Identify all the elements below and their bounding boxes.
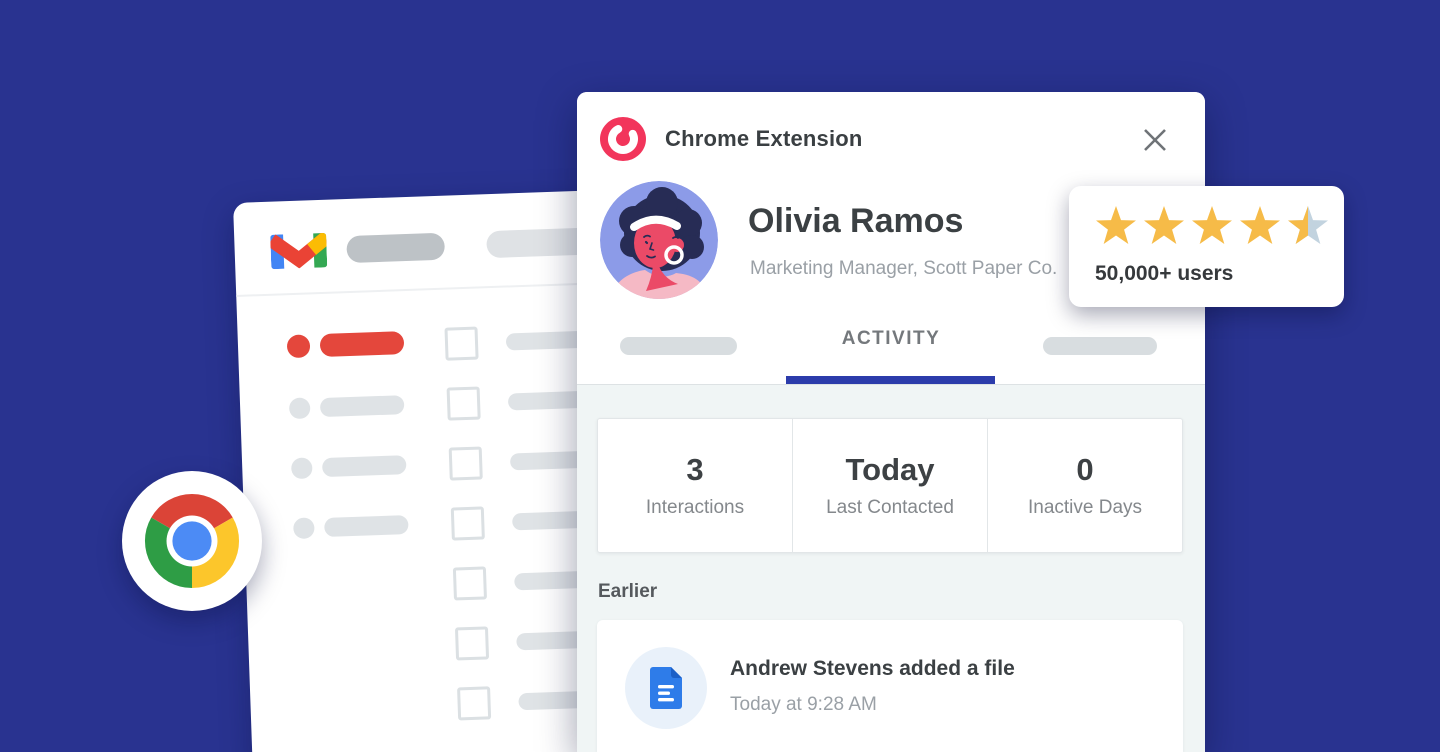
checkbox-icon	[455, 626, 489, 660]
gmail-sidebar-item-active	[287, 331, 405, 358]
sidebar-dot	[289, 397, 311, 419]
checkbox-icon	[453, 566, 487, 600]
avatar	[600, 181, 718, 299]
chrome-logo-icon	[143, 492, 241, 590]
checkbox-icon	[444, 327, 478, 361]
page-background: Chrome Extension	[0, 0, 1440, 752]
star-rating	[1093, 202, 1331, 248]
rating-card: 50,000+ users	[1069, 186, 1344, 307]
activity-section-label: Earlier	[598, 581, 657, 603]
copper-logo-icon	[600, 117, 646, 161]
panel-title: Chrome Extension	[665, 126, 863, 152]
gmail-logo-icon	[270, 224, 328, 270]
stat-value: 3	[686, 452, 703, 488]
close-icon[interactable]	[1139, 124, 1171, 156]
star-icon	[1189, 202, 1235, 248]
contact-subtitle: Marketing Manager, Scott Paper Co.	[750, 258, 1057, 280]
gmail-header-placeholder-dark	[346, 233, 445, 263]
users-count-label: 50,000+ users	[1095, 262, 1233, 286]
chrome-logo-badge	[122, 471, 262, 611]
stat-interactions: 3 Interactions	[598, 419, 792, 552]
activity-item-time: Today at 9:28 AM	[730, 694, 877, 716]
stat-value: Today	[846, 452, 935, 488]
checkbox-icon	[451, 506, 485, 540]
star-icon	[1141, 202, 1187, 248]
contact-name: Olivia Ramos	[748, 202, 963, 241]
sidebar-dot	[291, 457, 313, 479]
sidebar-pill	[320, 395, 405, 417]
star-icon	[1285, 202, 1331, 248]
stat-inactive-days: 0 Inactive Days	[987, 419, 1182, 552]
activity-list-item[interactable]: Andrew Stevens added a file Today at 9:2…	[597, 620, 1183, 752]
stat-label: Inactive Days	[1028, 497, 1142, 519]
google-docs-icon	[650, 667, 682, 709]
checkbox-icon	[449, 446, 483, 480]
sidebar-pill	[322, 455, 407, 477]
stat-last-contacted: Today Last Contacted	[792, 419, 987, 552]
sidebar-dot	[287, 334, 311, 358]
gmail-sidebar-item	[293, 514, 409, 539]
stats-card: 3 Interactions Today Last Contacted 0 In…	[597, 418, 1183, 553]
gmail-sidebar-item	[291, 454, 407, 479]
activity-tab-content: 3 Interactions Today Last Contacted 0 In…	[577, 385, 1205, 752]
activity-item-title: Andrew Stevens added a file	[730, 657, 1015, 681]
sidebar-pill	[324, 515, 409, 537]
star-icon	[1093, 202, 1139, 248]
stat-label: Interactions	[646, 497, 744, 519]
star-icon	[1237, 202, 1283, 248]
tab-placeholder-right[interactable]	[1043, 337, 1157, 355]
sidebar-dot	[293, 517, 315, 539]
activity-icon-circle	[625, 647, 707, 729]
checkbox-icon	[457, 686, 491, 720]
active-tab-underline	[786, 376, 995, 384]
gmail-sidebar-item	[289, 394, 405, 419]
sidebar-pill	[320, 331, 405, 357]
checkbox-icon	[447, 387, 481, 421]
stat-value: 0	[1076, 452, 1093, 488]
stat-label: Last Contacted	[826, 497, 954, 519]
